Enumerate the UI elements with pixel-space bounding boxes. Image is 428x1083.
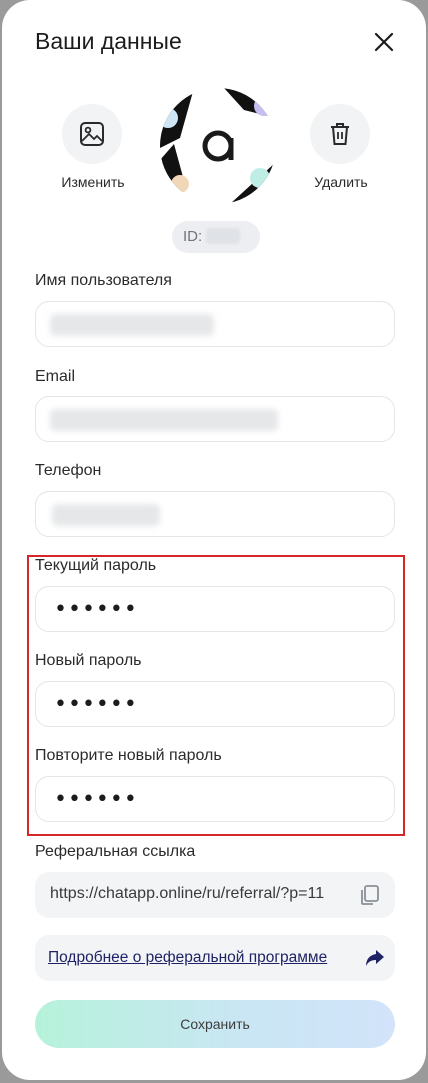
change-avatar-label[interactable]: Изменить: [43, 174, 143, 190]
current-password-input[interactable]: ••••••: [35, 586, 395, 632]
email-label: Email: [35, 368, 76, 385]
user-id-badge: ID:: [172, 221, 260, 253]
phone-input[interactable]: [35, 491, 395, 537]
username-label: Имя пользователя: [35, 272, 172, 289]
save-button[interactable]: Сохранить: [35, 1000, 395, 1048]
avatar-section: Изменить Удалить: [2, 88, 426, 208]
email-input[interactable]: [35, 396, 395, 442]
redacted-value: [50, 409, 278, 431]
share-arrow-icon: [366, 950, 384, 966]
new-password-input[interactable]: ••••••: [35, 681, 395, 727]
delete-avatar-label[interactable]: Удалить: [291, 174, 391, 190]
delete-avatar-button[interactable]: [310, 104, 370, 164]
redacted-value: [50, 314, 214, 336]
new-password-label: Новый пароль: [35, 652, 142, 669]
repeat-password-input[interactable]: ••••••: [35, 776, 395, 822]
current-password-value: ••••••: [54, 597, 138, 622]
phone-label: Телефон: [35, 462, 102, 479]
change-avatar-button[interactable]: [62, 104, 122, 164]
copy-icon[interactable]: [358, 884, 380, 906]
repeat-password-value: ••••••: [54, 787, 138, 812]
redacted-value: [52, 504, 160, 526]
profile-modal: Ваши данные Изменить Удалить ID: Имя пол…: [2, 0, 426, 1080]
username-input[interactable]: [35, 301, 395, 347]
user-id-redacted: [206, 228, 241, 244]
close-icon[interactable]: [372, 30, 396, 54]
chatapp-logo: [202, 130, 234, 162]
current-password-label: Текущий пароль: [35, 557, 157, 574]
image-icon: [80, 122, 104, 146]
avatar: [160, 88, 276, 204]
repeat-password-label: Повторите новый пароль: [35, 747, 222, 764]
modal-title: Ваши данные: [35, 28, 182, 54]
user-id-prefix: ID:: [183, 228, 203, 245]
referral-link-field[interactable]: https://chatapp.online/ru/referral/?p=11: [35, 872, 395, 918]
new-password-value: ••••••: [54, 692, 138, 717]
trash-icon: [331, 123, 349, 145]
referral-url: https://chatapp.online/ru/referral/?p=11: [50, 885, 325, 902]
referral-more-link[interactable]: Подробнее о реферальной программе: [48, 949, 327, 967]
referral-info-link[interactable]: Подробнее о реферальной программе: [35, 935, 395, 981]
referral-label: Реферальная ссылка: [35, 843, 196, 860]
